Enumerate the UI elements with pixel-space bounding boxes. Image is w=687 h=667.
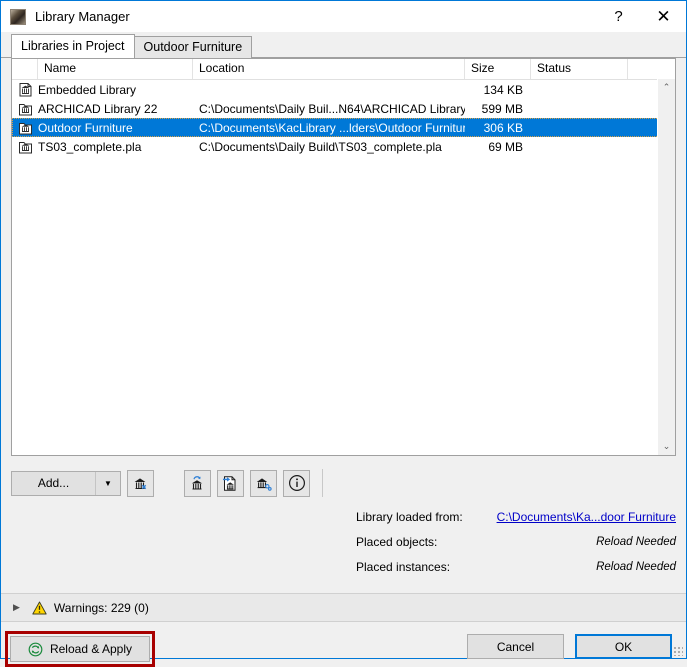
row-location: C:\Documents\Daily Build\TS03_complete.p…: [199, 139, 442, 154]
library-toolbar: Add... ▼: [11, 466, 676, 500]
column-header-name[interactable]: Name: [38, 59, 193, 79]
embedded-library-icon: [12, 82, 38, 97]
help-button[interactable]: ?: [596, 2, 641, 32]
row-size: 306 KB: [483, 120, 523, 135]
export-library-icon[interactable]: [217, 469, 244, 497]
library-info-panel: Library loaded from: C:\Documents\Ka...d…: [11, 500, 676, 579]
table-row[interactable]: Embedded Library 134 KB: [12, 80, 675, 99]
reload-and-apply-label: Reload & Apply: [49, 642, 133, 656]
library-settings-icon[interactable]: [250, 469, 277, 497]
warnings-bar[interactable]: ▶ Warnings: 229 (0): [1, 593, 686, 622]
linked-library-icon: [12, 139, 38, 154]
row-location: C:\Documents\Daily Buil...N64\ARCHICAD L…: [199, 101, 465, 116]
info-icon[interactable]: [283, 469, 310, 497]
column-header-location[interactable]: Location: [193, 59, 465, 79]
ok-button[interactable]: OK: [575, 634, 672, 659]
placed-objects-value: Reload Needed: [596, 535, 676, 548]
dialog-footer: Reload & Apply Cancel OK: [1, 622, 686, 667]
row-size: 599 MB: [481, 101, 523, 116]
title-bar: Library Manager ? ✕: [1, 1, 686, 32]
linked-library-icon: [12, 101, 38, 116]
warning-triangle-icon: [32, 601, 47, 615]
tab-libraries-in-project[interactable]: Libraries in Project: [11, 34, 135, 58]
row-size: 69 MB: [488, 139, 523, 154]
info-row-placed-objects: Placed objects: Reload Needed: [11, 529, 676, 554]
table-row-selected[interactable]: Outdoor Furniture C:\Documents\KacLibrar…: [12, 118, 675, 137]
close-button[interactable]: ✕: [641, 2, 686, 32]
tab-strip: Libraries in Project Outdoor Furniture: [1, 32, 686, 58]
library-list-panel: Name Location Size Status Embedded Libra…: [11, 58, 676, 456]
row-size: 134 KB: [483, 82, 523, 97]
archicad-icon: [10, 8, 26, 25]
library-manager-dialog: Library Manager ? ✕ Libraries in Project…: [0, 0, 687, 667]
table-body: Embedded Library 134 KB ARCHICAD Library…: [12, 80, 675, 455]
scroll-down-icon[interactable]: ⌄: [658, 438, 675, 455]
column-header-icon[interactable]: [12, 59, 38, 79]
window-title: Library Manager: [35, 9, 130, 24]
info-row-loaded-from: Library loaded from: C:\Documents\Ka...d…: [11, 504, 676, 529]
reload-library-icon[interactable]: [184, 469, 211, 497]
vertical-scrollbar[interactable]: ⌃ ⌄: [657, 79, 675, 455]
reload-and-apply-button[interactable]: Reload & Apply: [10, 636, 150, 662]
placed-instances-value: Reload Needed: [596, 560, 676, 573]
footer-button-group: Cancel OK: [467, 634, 672, 659]
row-name: Embedded Library: [38, 82, 137, 97]
row-name: ARCHICAD Library 22: [38, 101, 158, 116]
reload-apply-highlight: Reload & Apply: [5, 631, 155, 667]
placed-objects-label: Placed objects:: [356, 534, 438, 549]
column-header-size[interactable]: Size: [465, 59, 531, 79]
linked-library-icon: [12, 120, 38, 135]
table-row[interactable]: ARCHICAD Library 22 C:\Documents\Daily B…: [12, 99, 675, 118]
table-header: Name Location Size Status: [12, 59, 675, 80]
refresh-circle-icon: [28, 642, 43, 657]
add-button[interactable]: Add...: [12, 471, 96, 495]
row-name: TS03_complete.pla: [38, 139, 142, 154]
table-row[interactable]: TS03_complete.pla C:\Documents\Daily Bui…: [12, 137, 675, 156]
chevron-right-icon[interactable]: ▶: [13, 602, 20, 613]
loaded-from-label: Library loaded from:: [356, 509, 463, 524]
column-header-status[interactable]: Status: [531, 59, 628, 79]
remove-library-icon[interactable]: [127, 469, 154, 497]
add-button-group[interactable]: Add... ▼: [11, 470, 121, 496]
tab-outdoor-furniture[interactable]: Outdoor Furniture: [133, 36, 253, 58]
row-name: Outdoor Furniture: [38, 120, 133, 135]
cancel-button[interactable]: Cancel: [467, 634, 564, 659]
row-location: C:\Documents\KacLibrary ...lders\Outdoor…: [199, 120, 465, 135]
warnings-label: Warnings: 229 (0): [53, 600, 149, 615]
placed-instances-label: Placed instances:: [356, 559, 451, 574]
resize-grip[interactable]: [673, 646, 683, 656]
scroll-up-icon[interactable]: ⌃: [658, 79, 675, 96]
column-header-end[interactable]: [628, 59, 675, 79]
info-row-placed-instances: Placed instances: Reload Needed: [11, 554, 676, 579]
toolbar-separator: [322, 469, 323, 497]
loaded-from-link[interactable]: C:\Documents\Ka...door Furniture: [496, 510, 676, 524]
chevron-down-icon[interactable]: ▼: [96, 472, 120, 495]
